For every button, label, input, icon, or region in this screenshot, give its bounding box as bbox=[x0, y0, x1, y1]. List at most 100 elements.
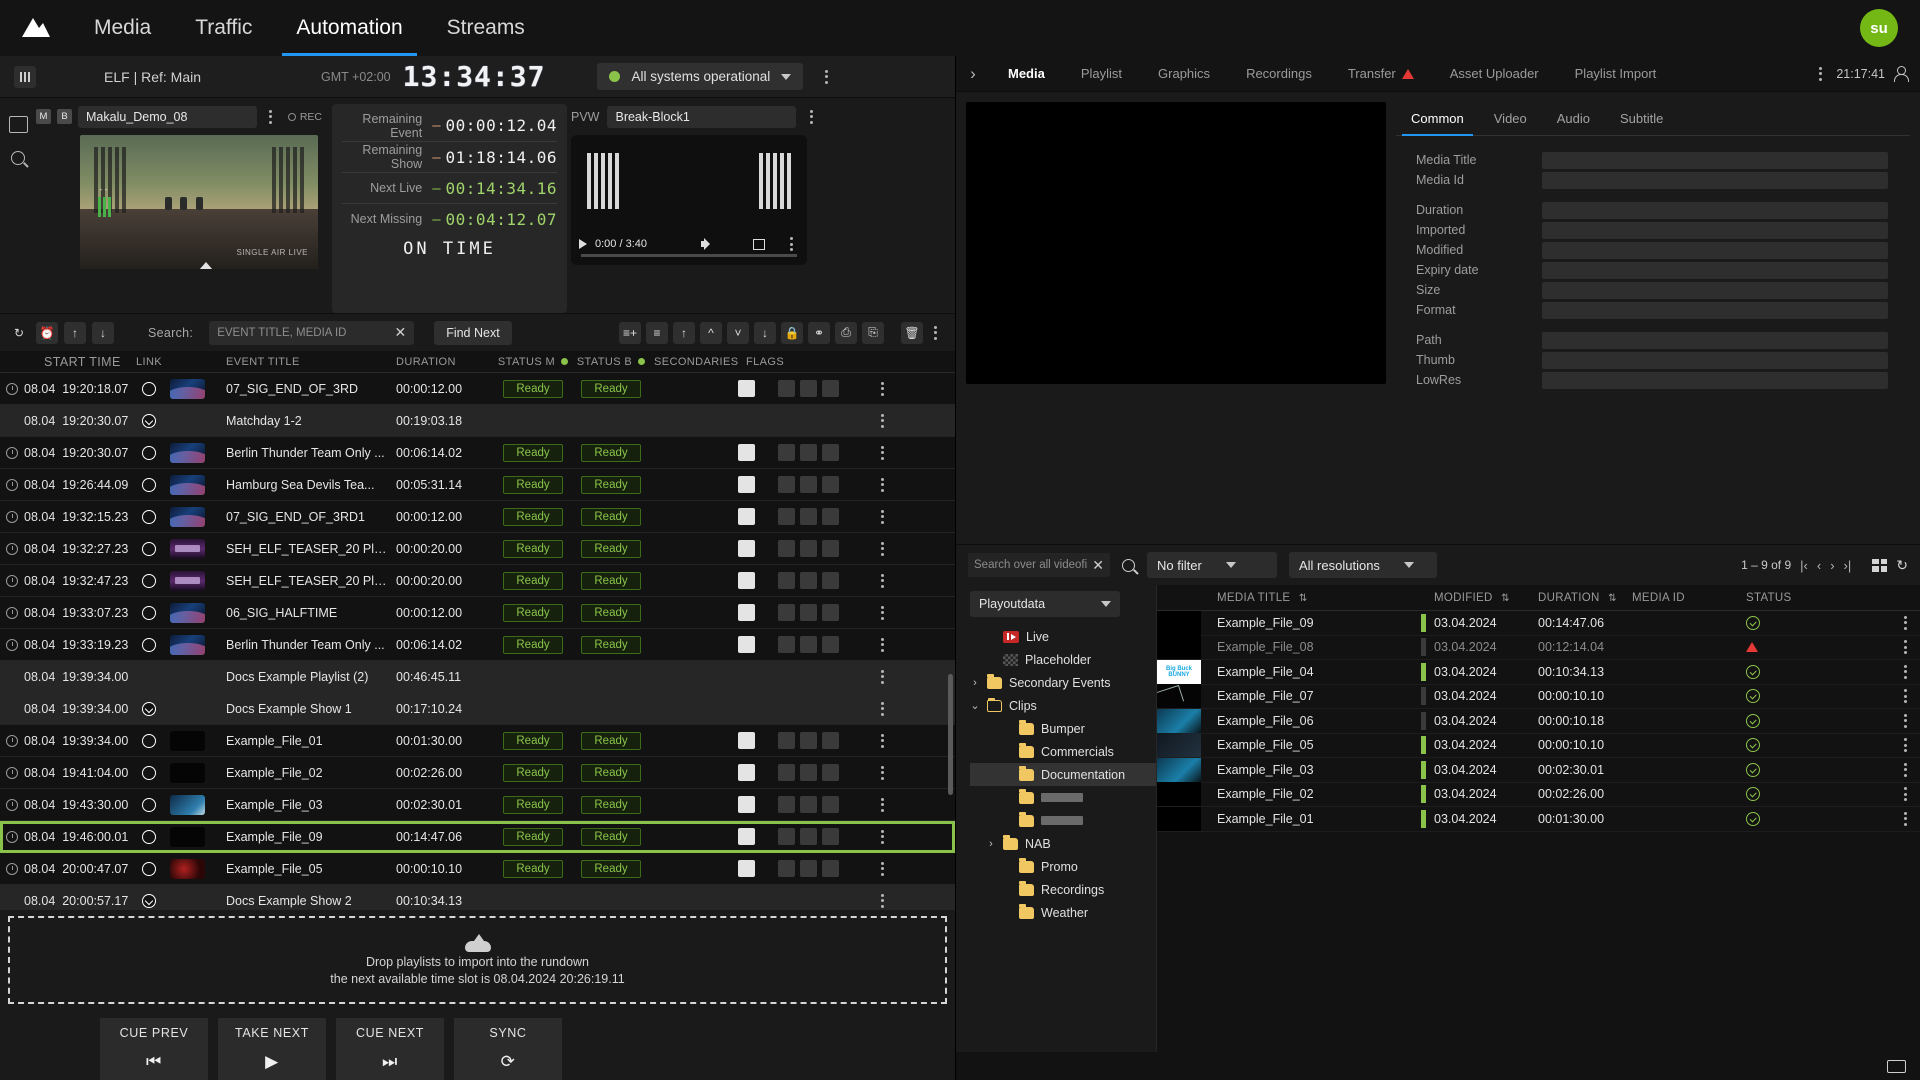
mute-flag-icon[interactable] bbox=[822, 444, 839, 461]
fullscreen-icon[interactable] bbox=[753, 238, 765, 250]
cue-next-button[interactable]: CUE NEXT ⏭ bbox=[336, 1018, 444, 1080]
app-logo-icon[interactable] bbox=[0, 11, 72, 45]
link-expand-icon[interactable] bbox=[142, 893, 156, 908]
col-modified[interactable]: MODIFIED ⇅ bbox=[1434, 592, 1524, 604]
row-menu-icon[interactable] bbox=[868, 408, 896, 434]
mute-flag-icon[interactable] bbox=[822, 636, 839, 653]
table-row[interactable]: 08.04 19:39:34.00 Docs Example Show 1 00:1… bbox=[0, 693, 955, 725]
tab-asset-uploader[interactable]: Asset Uploader bbox=[1432, 56, 1557, 92]
secondary-flag-icon[interactable] bbox=[738, 476, 755, 493]
loop-flag-icon[interactable] bbox=[778, 732, 795, 749]
transition-flag-icon[interactable] bbox=[800, 476, 817, 493]
row-menu-icon[interactable] bbox=[1890, 610, 1920, 636]
nav-tab-traffic[interactable]: Traffic bbox=[173, 0, 274, 56]
cue-prev-button[interactable]: CUE PREV ⏮ bbox=[100, 1018, 208, 1080]
loop-flag-icon[interactable] bbox=[778, 444, 795, 461]
table-row[interactable]: Example_File_02 03.04.2024 00:02:26.00 bbox=[1157, 782, 1920, 807]
table-row[interactable]: 08.04 19:32:47.23 SEH_ELF_TEASER_20 Pla..… bbox=[0, 565, 955, 597]
table-row[interactable]: 08.04 19:46:00.01 Example_File_09 00:14:47… bbox=[0, 821, 955, 853]
secondary-flag-icon[interactable] bbox=[738, 860, 755, 877]
preview-player[interactable]: 0:00 / 3:40 bbox=[571, 135, 807, 265]
mute-flag-icon[interactable] bbox=[822, 508, 839, 525]
transition-flag-icon[interactable] bbox=[800, 444, 817, 461]
col-media-title[interactable]: MEDIA TITLE ⇅ bbox=[1203, 592, 1421, 604]
filter-dropdown[interactable]: No filter bbox=[1147, 552, 1277, 578]
table-row[interactable]: 08.04 19:32:27.23 SEH_ELF_TEASER_20 Pla..… bbox=[0, 533, 955, 565]
row-menu-icon[interactable] bbox=[868, 504, 896, 530]
secondary-flag-icon[interactable] bbox=[738, 604, 755, 621]
clear-search-icon[interactable]: ✕ bbox=[390, 324, 406, 341]
table-row[interactable]: Example_File_08 03.04.2024 00:12:14.04 bbox=[1157, 635, 1920, 660]
grid-view-icon[interactable] bbox=[1872, 558, 1888, 572]
col-duration[interactable]: DURATION bbox=[390, 356, 494, 368]
transition-flag-icon[interactable] bbox=[800, 732, 817, 749]
media-search-icon[interactable] bbox=[1122, 558, 1135, 572]
media-search-box[interactable]: ✕ bbox=[968, 553, 1110, 577]
row-menu-icon[interactable] bbox=[868, 536, 896, 562]
secondary-flag-icon[interactable] bbox=[738, 764, 755, 781]
jump-top-icon[interactable]: ↑ bbox=[64, 321, 86, 344]
first-page-icon[interactable]: |‹ bbox=[1800, 558, 1808, 573]
secondary-flag-icon[interactable] bbox=[738, 380, 755, 397]
mute-flag-icon[interactable] bbox=[822, 540, 839, 557]
link-node-icon[interactable] bbox=[142, 573, 156, 588]
tree-node-promo[interactable]: Promo bbox=[970, 855, 1156, 878]
loop-flag-icon[interactable] bbox=[778, 476, 795, 493]
link-expand-icon[interactable] bbox=[142, 413, 156, 428]
transition-flag-icon[interactable] bbox=[800, 636, 817, 653]
metadata-field-value[interactable] bbox=[1542, 351, 1888, 369]
transition-flag-icon[interactable] bbox=[800, 764, 817, 781]
prev-page-icon[interactable]: ‹ bbox=[1817, 558, 1821, 573]
nav-tab-streams[interactable]: Streams bbox=[425, 0, 547, 56]
col-flags[interactable]: FLAGS bbox=[738, 356, 868, 368]
table-row[interactable]: 08.04 19:33:07.23 06_SIG_HALFTIME 00:00:12… bbox=[0, 597, 955, 629]
nav-tab-automation[interactable]: Automation bbox=[274, 0, 424, 56]
tree-node-placeholder[interactable]: Placeholder bbox=[970, 648, 1156, 671]
list-edit-icon[interactable]: ≡ bbox=[646, 321, 668, 344]
user-avatar[interactable]: su bbox=[1860, 9, 1898, 47]
table-row[interactable]: 08.04 19:20:18.07 07_SIG_END_OF_3RD 00:00:… bbox=[0, 373, 955, 405]
transition-flag-icon[interactable] bbox=[800, 508, 817, 525]
row-menu-icon[interactable] bbox=[868, 440, 896, 466]
col-secondaries[interactable]: SECONDARIES bbox=[650, 356, 738, 368]
move-up-icon[interactable]: ^ bbox=[700, 321, 722, 344]
mute-flag-icon[interactable] bbox=[822, 860, 839, 877]
link-node-icon[interactable] bbox=[142, 477, 156, 492]
table-row[interactable]: Example_File_05 03.04.2024 00:00:10.10 bbox=[1157, 732, 1920, 758]
add-event-icon[interactable]: ≡+ bbox=[619, 321, 641, 344]
table-row[interactable]: 08.04 20:00:47.07 Example_File_05 00:00:10… bbox=[0, 853, 955, 885]
row-menu-icon[interactable] bbox=[868, 568, 896, 594]
row-menu-icon[interactable] bbox=[868, 632, 896, 658]
secondary-flag-icon[interactable] bbox=[738, 444, 755, 461]
search-icon[interactable] bbox=[11, 151, 25, 165]
loop-flag-icon[interactable] bbox=[778, 572, 795, 589]
row-menu-icon[interactable] bbox=[1890, 732, 1920, 758]
tab-playlist[interactable]: Playlist bbox=[1063, 56, 1140, 92]
monitor-icon[interactable] bbox=[8, 116, 28, 133]
metadata-field-value[interactable] bbox=[1542, 221, 1888, 239]
col-duration[interactable]: DURATION ⇅ bbox=[1524, 592, 1632, 604]
loop-flag-icon[interactable] bbox=[778, 828, 795, 845]
paste-icon[interactable]: ⎘ bbox=[862, 321, 884, 344]
metadata-field-value[interactable] bbox=[1542, 301, 1888, 319]
layout-icon[interactable] bbox=[14, 65, 36, 88]
metadata-field-value[interactable] bbox=[1542, 241, 1888, 259]
player-progress-bar[interactable] bbox=[581, 254, 797, 257]
find-next-button[interactable]: Find Next bbox=[434, 320, 512, 345]
link-node-icon[interactable] bbox=[142, 605, 156, 620]
rundown-menu-icon[interactable] bbox=[928, 320, 943, 346]
metadata-tab-common[interactable]: Common bbox=[1396, 102, 1479, 136]
tree-node-bumper[interactable]: Bumper bbox=[970, 717, 1156, 740]
copy-icon[interactable]: ⎙ bbox=[835, 321, 857, 344]
table-row[interactable]: Example_File_09 03.04.2024 00:14:47.06 bbox=[1157, 610, 1920, 636]
take-next-button[interactable]: TAKE NEXT ▶ bbox=[218, 1018, 326, 1080]
storage-dropdown[interactable]: Playoutdata bbox=[970, 591, 1120, 617]
loop-flag-icon[interactable] bbox=[778, 636, 795, 653]
mute-flag-icon[interactable] bbox=[822, 572, 839, 589]
nav-tab-media[interactable]: Media bbox=[72, 0, 173, 56]
col-status-m[interactable]: STATUS M bbox=[494, 356, 572, 368]
link-node-icon[interactable] bbox=[142, 829, 156, 844]
table-row[interactable]: Example_File_01 03.04.2024 00:01:30.00 bbox=[1157, 806, 1920, 832]
link-node-icon[interactable] bbox=[142, 541, 156, 556]
screen-icon[interactable] bbox=[1887, 1059, 1906, 1073]
